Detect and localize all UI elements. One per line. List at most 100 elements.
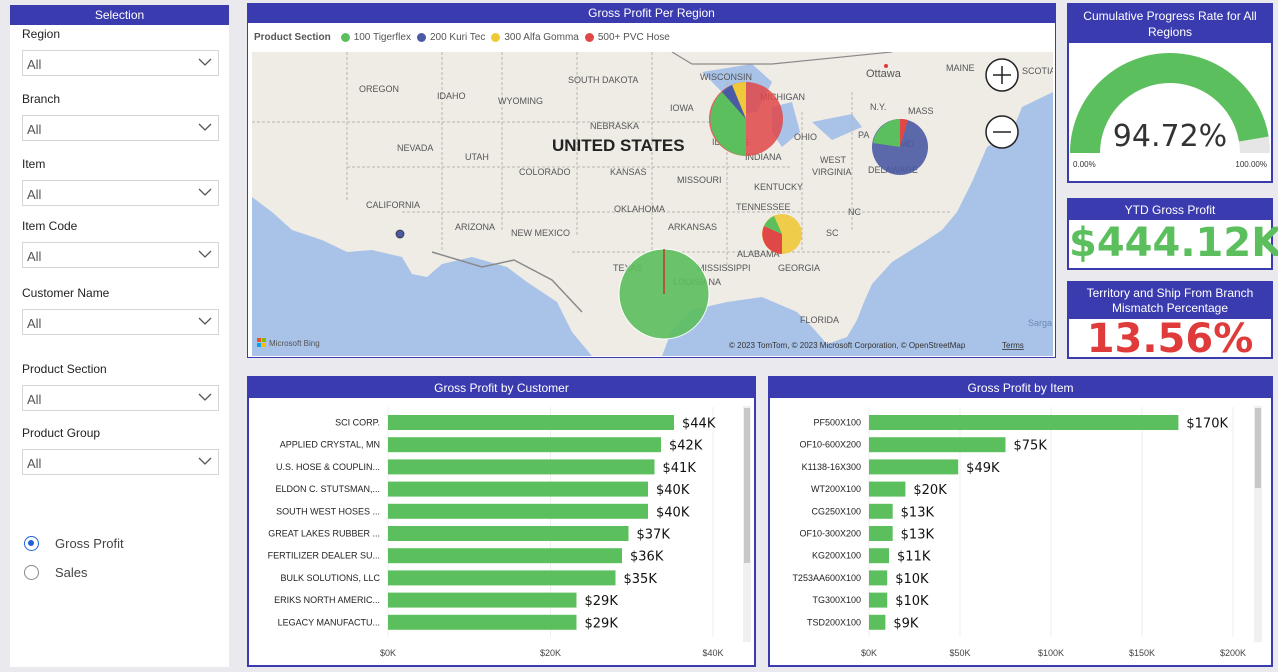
slicer-label: Product Group	[22, 426, 101, 440]
gauge-min-label: 0.00%	[1073, 160, 1096, 169]
region-dropdown[interactable]: All	[22, 50, 219, 76]
item-bar-chart: $0K $50K $100K $150K $200K PF500X100 $170K OF10…	[792, 407, 1246, 658]
gauge-value: 94.72%	[1113, 119, 1227, 154]
slicer-label: Customer Name	[22, 286, 110, 300]
terms-link[interactable]: Terms	[1002, 341, 1024, 350]
dropdown-value: All	[27, 456, 42, 471]
map-label: GEORGIA	[778, 263, 820, 273]
item-chart-scrollbar[interactable]	[1254, 406, 1262, 642]
pie-northeast[interactable]	[872, 118, 928, 175]
data-label: $29K	[585, 616, 619, 631]
data-label: $36K	[630, 550, 664, 565]
radio-sales[interactable]: Sales	[24, 565, 88, 580]
map-label: ARKANSAS	[668, 222, 717, 232]
zoom-out-button[interactable]	[985, 115, 1019, 149]
bar	[388, 503, 648, 519]
data-label: $41K	[663, 461, 697, 476]
branch-dropdown[interactable]: All	[22, 115, 219, 141]
pie-california[interactable]	[395, 229, 405, 239]
product-group-dropdown[interactable]: All	[22, 449, 219, 475]
map-label: NC	[848, 207, 861, 217]
legend-swatch	[584, 33, 594, 42]
ytd-value: $444.12K	[1069, 220, 1278, 266]
bar	[869, 481, 906, 497]
bar	[388, 415, 674, 430]
gauge-max-label: 100.00%	[1235, 160, 1267, 169]
customer-name-dropdown[interactable]: All	[22, 309, 219, 335]
legend-item: 300 Alfa Gomma	[504, 32, 579, 43]
data-label: $44K	[682, 417, 716, 432]
category-label: WT200X100	[811, 484, 861, 494]
x-tick-label: $0K	[380, 648, 396, 658]
slicer-label: Branch	[22, 92, 61, 106]
dropdown-value: All	[27, 316, 42, 331]
map-label: SCOTIA	[1022, 66, 1053, 76]
data-label: $42K	[669, 439, 703, 454]
us-map[interactable]: OREGON IDAHO WYOMING SOUTH DAKOTA WISCON…	[252, 52, 1053, 356]
bar	[869, 415, 1179, 430]
customer-chart-panel: Gross Profit by Customer $0K $20K $40K SCI …	[247, 376, 756, 667]
map-legend: Product Section 100 Tigerflex 200 Kuri T…	[254, 32, 670, 43]
bing-text: Microsoft Bing	[269, 339, 320, 348]
map-label: SOUTH DAKOTA	[568, 75, 638, 85]
item-chart-title: Gross Profit by Item	[770, 378, 1271, 398]
chevron-down-icon	[198, 393, 212, 401]
category-label: SOUTH WEST HOSES ...	[276, 506, 380, 516]
x-tick-label: $150K	[1129, 648, 1155, 658]
map-label: Ottawa	[866, 68, 902, 80]
map-panel: Gross Profit Per Region Product Section …	[247, 3, 1056, 358]
bar	[388, 526, 629, 541]
selection-title: Selection	[10, 5, 229, 25]
radio-gross-profit[interactable]: Gross Profit	[24, 536, 124, 551]
category-label: TG300X100	[812, 595, 861, 605]
map-label: SC	[826, 228, 839, 238]
x-tick-label: $100K	[1038, 648, 1064, 658]
slicer-label: Region	[22, 27, 61, 41]
map-label: OREGON	[359, 84, 399, 94]
legend-item: 100 Tigerflex	[353, 32, 411, 43]
product-section-dropdown[interactable]: All	[22, 385, 219, 411]
pie-midwest[interactable]	[709, 82, 783, 156]
category-label: TSD200X100	[807, 617, 861, 627]
chevron-down-icon	[198, 123, 212, 131]
radio-unselected-icon	[24, 565, 39, 580]
mismatch-card: Territory and Ship From Branch Mismatch …	[1067, 281, 1273, 359]
dropdown-value: All	[27, 392, 42, 407]
slicer-branch: Branch All	[22, 92, 219, 141]
category-label: CG250X100	[811, 506, 861, 516]
category-label: APPLIED CRYSTAL, MN	[280, 440, 380, 450]
slicer-product-section: Product Section All	[22, 362, 219, 411]
scrollbar-thumb[interactable]	[744, 408, 750, 563]
map-label: WEST	[820, 155, 847, 165]
data-label: $13K	[901, 505, 935, 520]
bar	[869, 503, 893, 519]
scrollbar-thumb[interactable]	[1255, 408, 1261, 488]
x-tick-label: $50K	[949, 648, 970, 658]
item-chart-panel: Gross Profit by Item $0K $50K $100K $150K $2…	[768, 376, 1273, 667]
customer-chart-scrollbar[interactable]	[743, 406, 751, 642]
slicer-label: Item Code	[22, 219, 78, 233]
category-label: PF500X100	[813, 418, 861, 428]
data-label: $170K	[1186, 417, 1228, 432]
item-dropdown[interactable]: All	[22, 180, 219, 206]
category-label: K1138-16X300	[802, 462, 861, 472]
x-tick-label: $0K	[861, 648, 877, 658]
category-label: ERIKS NORTH AMERIC...	[274, 595, 380, 605]
data-label: $40K	[656, 505, 690, 520]
bar	[869, 592, 888, 608]
selection-panel: Selection Region All Branch All Item All…	[10, 5, 229, 667]
map-label: OHIO	[794, 132, 817, 142]
legend-swatch	[340, 33, 350, 42]
category-label: OF10-300X200	[799, 529, 861, 539]
mismatch-title: Territory and Ship From Branch Mismatch …	[1069, 283, 1271, 319]
pie-southeast[interactable]	[762, 214, 802, 254]
map-title: Gross Profit Per Region	[248, 4, 1055, 23]
map-label: MAINE	[946, 63, 975, 73]
zoom-in-button[interactable]	[985, 58, 1019, 92]
slicer-region: Region All	[22, 27, 219, 76]
item-code-dropdown[interactable]: All	[22, 242, 219, 268]
map-label: OKLAHOMA	[614, 204, 665, 214]
map-attribution: © 2023 TomTom, © 2023 Microsoft Corporat…	[729, 341, 966, 350]
map-label: ARIZONA	[455, 222, 495, 232]
mismatch-value: 13.56%	[1086, 316, 1254, 362]
